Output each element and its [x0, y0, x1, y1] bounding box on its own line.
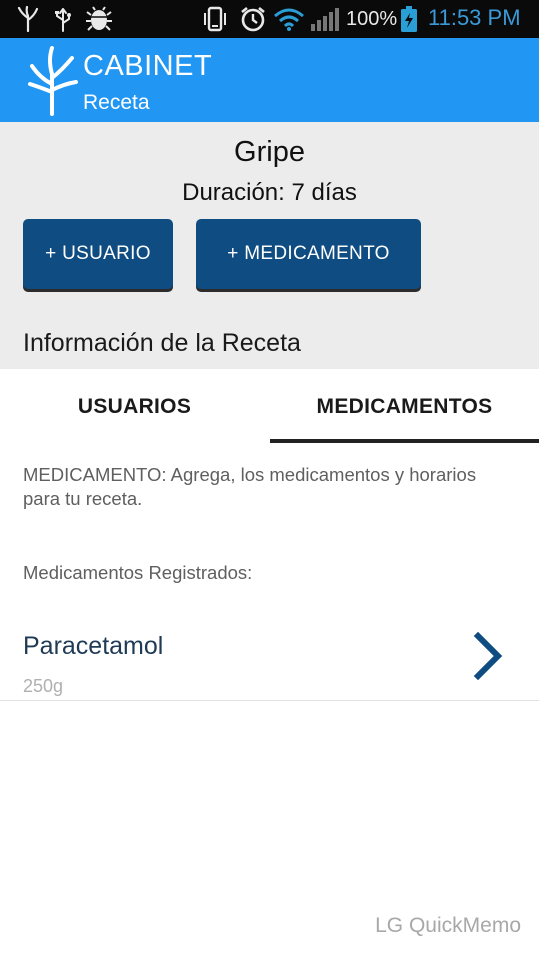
status-bar: 100% 11:53 PM	[0, 0, 539, 38]
registered-label: Medicamentos Registrados:	[23, 562, 253, 583]
signal-icon	[309, 5, 341, 33]
android-debug-icon	[84, 5, 114, 33]
medication-dose: 250g	[23, 676, 64, 696]
wifi-icon	[272, 5, 306, 33]
tab-medicamentos[interactable]: MEDICAMENTOS	[270, 369, 539, 444]
battery-charging-icon	[399, 5, 419, 33]
app-logo-icon	[14, 5, 42, 33]
section-title: Información de la Receta	[23, 329, 301, 357]
watermark: LG QuickMemo	[375, 914, 521, 937]
medication-description: MEDICAMENTO: Agrega, los medicamentos y …	[23, 464, 477, 509]
tab-selected-indicator	[270, 439, 539, 443]
add-user-button[interactable]: + USUARIO	[23, 219, 173, 289]
chevron-right-icon[interactable]	[470, 631, 506, 681]
recipe-duration: Duración: 7 días	[182, 179, 357, 206]
divider	[0, 700, 539, 701]
alarm-icon	[238, 5, 268, 33]
app-bar: CABINET Receta	[0, 38, 539, 122]
medication-name: Paracetamol	[23, 632, 164, 660]
tab-bar: USUARIOS MEDICAMENTOS	[0, 369, 539, 444]
clock: 11:53 PM	[428, 5, 521, 30]
tab-usuarios[interactable]: USUARIOS	[0, 369, 269, 444]
app-title: CABINET	[83, 50, 213, 82]
vibrate-icon	[200, 5, 230, 33]
battery-percent: 100%	[346, 8, 398, 30]
cabinet-logo-icon	[24, 44, 80, 116]
recipe-name: Gripe	[234, 136, 305, 168]
app-subtitle: Receta	[83, 91, 150, 114]
add-medication-button[interactable]: + MEDICAMENTO	[196, 219, 421, 289]
usb-icon	[52, 5, 74, 33]
recipe-header: Gripe Duración: 7 días + USUARIO + MEDIC…	[0, 122, 539, 369]
list-item[interactable]: Paracetamol 250g	[0, 612, 539, 700]
